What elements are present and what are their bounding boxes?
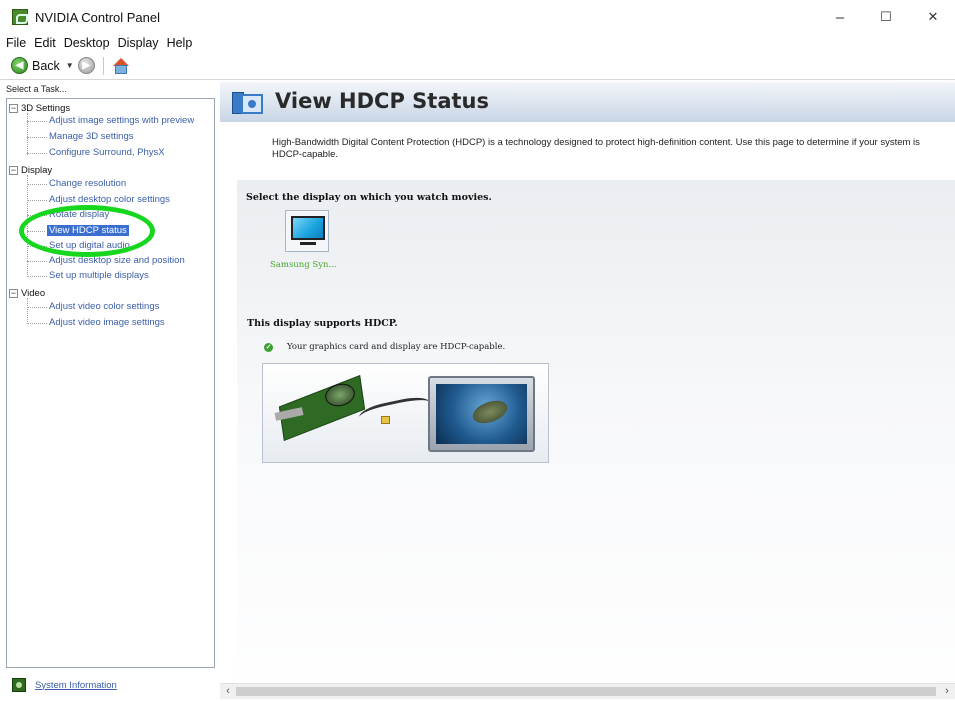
horizontal-scrollbar[interactable]: ‹ ›	[220, 683, 955, 699]
tree-category-3d-settings[interactable]: − 3D Settings	[9, 103, 70, 114]
lock-icon	[381, 416, 390, 424]
hdcp-support-heading: This display supports HDCP.	[247, 318, 398, 329]
task-adjust-image-settings[interactable]: Adjust image settings with preview	[49, 115, 194, 126]
task-set-up-multiple-displays[interactable]: Set up multiple displays	[49, 270, 149, 281]
display-name-label[interactable]: Samsung Syn...	[270, 260, 337, 270]
page-description: High-Bandwidth Digital Content Protectio…	[272, 137, 920, 160]
page-header: View HDCP Status	[220, 82, 955, 122]
hdcp-capable-text: Your graphics card and display are HDCP-…	[287, 342, 506, 352]
tree-category-display[interactable]: − Display	[9, 165, 52, 176]
task-change-resolution[interactable]: Change resolution	[49, 178, 126, 189]
system-information-icon	[12, 678, 26, 692]
task-manage-3d-settings[interactable]: Manage 3D settings	[49, 131, 134, 142]
task-view-hdcp-status[interactable]: View HDCP status	[47, 225, 129, 236]
menu-help[interactable]: Help	[163, 36, 197, 50]
task-tree-panel: − 3D Settings Adjust image settings with…	[6, 98, 215, 668]
page-title: View HDCP Status	[275, 89, 489, 113]
display-selector-tile[interactable]	[285, 210, 329, 252]
scroll-thumb[interactable]	[236, 687, 936, 696]
task-adjust-desktop-size[interactable]: Adjust desktop size and position	[49, 255, 185, 266]
system-information-label[interactable]: System Information	[35, 680, 117, 691]
back-button-label[interactable]: Back	[32, 59, 60, 73]
task-adjust-video-color[interactable]: Adjust video color settings	[49, 301, 159, 312]
check-icon: ✓	[264, 343, 273, 352]
menu-edit[interactable]: Edit	[30, 36, 60, 50]
cable-icon	[357, 393, 433, 431]
menu-desktop[interactable]: Desktop	[60, 36, 114, 50]
hdcp-page-icon	[232, 90, 266, 116]
forward-arrow-icon[interactable]: ▶	[77, 57, 95, 74]
minimize-button[interactable]: –	[820, 0, 860, 34]
back-history-dropdown-icon[interactable]: ▼	[66, 61, 74, 70]
category-label: Video	[21, 288, 46, 299]
collapse-icon[interactable]: −	[9, 104, 18, 113]
nvidia-logo-icon	[12, 9, 28, 25]
tv-display-icon	[428, 376, 535, 452]
back-arrow-icon[interactable]: ◀	[11, 57, 28, 74]
close-button[interactable]: ✕	[913, 0, 953, 34]
category-label: 3D Settings	[21, 103, 71, 114]
scroll-right-icon[interactable]: ›	[941, 684, 953, 699]
collapse-icon[interactable]: −	[9, 166, 18, 175]
toolbar: ◀ Back ▼ ▶	[0, 52, 955, 80]
collapse-icon[interactable]: −	[9, 289, 18, 298]
scroll-left-icon[interactable]: ‹	[222, 684, 234, 699]
graphics-card-icon	[278, 374, 366, 442]
maximize-button[interactable]: ☐	[866, 0, 906, 34]
hdcp-illustration-image	[262, 363, 549, 463]
task-adjust-desktop-color[interactable]: Adjust desktop color settings	[49, 194, 170, 205]
category-label: Display	[21, 165, 53, 176]
menu-bar: File Edit Desktop Display Help	[0, 34, 955, 52]
select-display-label: Select the display on which you watch mo…	[246, 192, 492, 203]
system-information-link[interactable]: System Information	[12, 678, 117, 692]
menu-file[interactable]: File	[2, 36, 30, 50]
task-rotate-display[interactable]: Rotate display	[49, 209, 109, 220]
task-set-up-digital-audio[interactable]: Set up digital audio	[49, 240, 130, 251]
hdcp-main-area: Select the display on which you watch mo…	[237, 180, 955, 701]
task-panel-header: Select a Task...	[6, 84, 67, 94]
menu-display[interactable]: Display	[114, 36, 163, 50]
task-adjust-video-image[interactable]: Adjust video image settings	[49, 317, 165, 328]
content-pane: View HDCP Status High-Bandwidth Digital …	[220, 82, 955, 701]
title-bar: NVIDIA Control Panel – ☐ ✕	[0, 0, 955, 34]
window-title: NVIDIA Control Panel	[35, 9, 161, 25]
toolbar-separator	[102, 56, 104, 75]
tree-category-video[interactable]: − Video	[9, 288, 45, 299]
home-icon[interactable]	[112, 57, 130, 75]
monitor-icon	[291, 216, 325, 240]
task-configure-surround-physx[interactable]: Configure Surround, PhysX	[49, 147, 165, 158]
